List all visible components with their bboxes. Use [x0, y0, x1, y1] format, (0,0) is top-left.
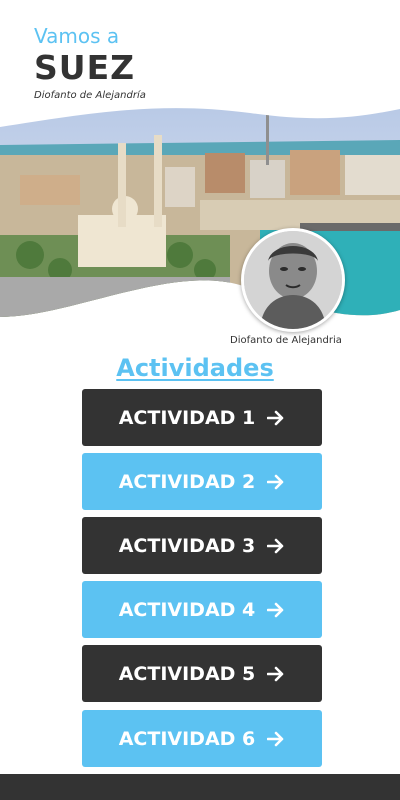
portrait-caption: Diofanto de Alejandria — [230, 335, 342, 346]
activity-3-button[interactable]: ACTIVIDAD 3 — [82, 517, 322, 574]
activity-3-label: ACTIVIDAD 3 — [118, 534, 256, 557]
header: Vamos a SUEZ Diofanto de Alejandría — [34, 24, 146, 101]
arrow-right-icon — [267, 410, 285, 426]
activity-4-button[interactable]: ACTIVIDAD 4 — [82, 581, 322, 638]
activity-5-label: ACTIVIDAD 5 — [118, 662, 256, 685]
activity-2-label: ACTIVIDAD 2 — [118, 470, 256, 493]
activity-2-button[interactable]: ACTIVIDAD 2 — [82, 453, 322, 510]
arrow-right-icon — [267, 666, 285, 682]
arrow-right-icon — [267, 731, 285, 747]
header-kicker: Vamos a — [34, 24, 120, 48]
activity-1-label: ACTIVIDAD 1 — [118, 406, 256, 429]
portrait-image — [244, 231, 342, 329]
activity-4-label: ACTIVIDAD 4 — [118, 598, 256, 621]
activity-6-button[interactable]: ACTIVIDAD 6 — [82, 710, 322, 767]
activity-5-button[interactable]: ACTIVIDAD 5 — [82, 645, 322, 702]
app-screen: Vamos a SUEZ Diofanto de Alejandría Diof… — [0, 0, 400, 800]
arrow-right-icon — [267, 538, 285, 554]
header-byline: Diofanto de Alejandría — [34, 90, 146, 101]
page-title: SUEZ — [34, 48, 136, 87]
activity-1-button[interactable]: ACTIVIDAD 1 — [82, 389, 322, 446]
section-title: Actividades — [116, 354, 274, 382]
arrow-right-icon — [267, 474, 285, 490]
footer-bar — [0, 774, 400, 800]
activity-6-label: ACTIVIDAD 6 — [118, 727, 256, 750]
diophantus-portrait — [241, 228, 345, 332]
arrow-right-icon — [267, 602, 285, 618]
